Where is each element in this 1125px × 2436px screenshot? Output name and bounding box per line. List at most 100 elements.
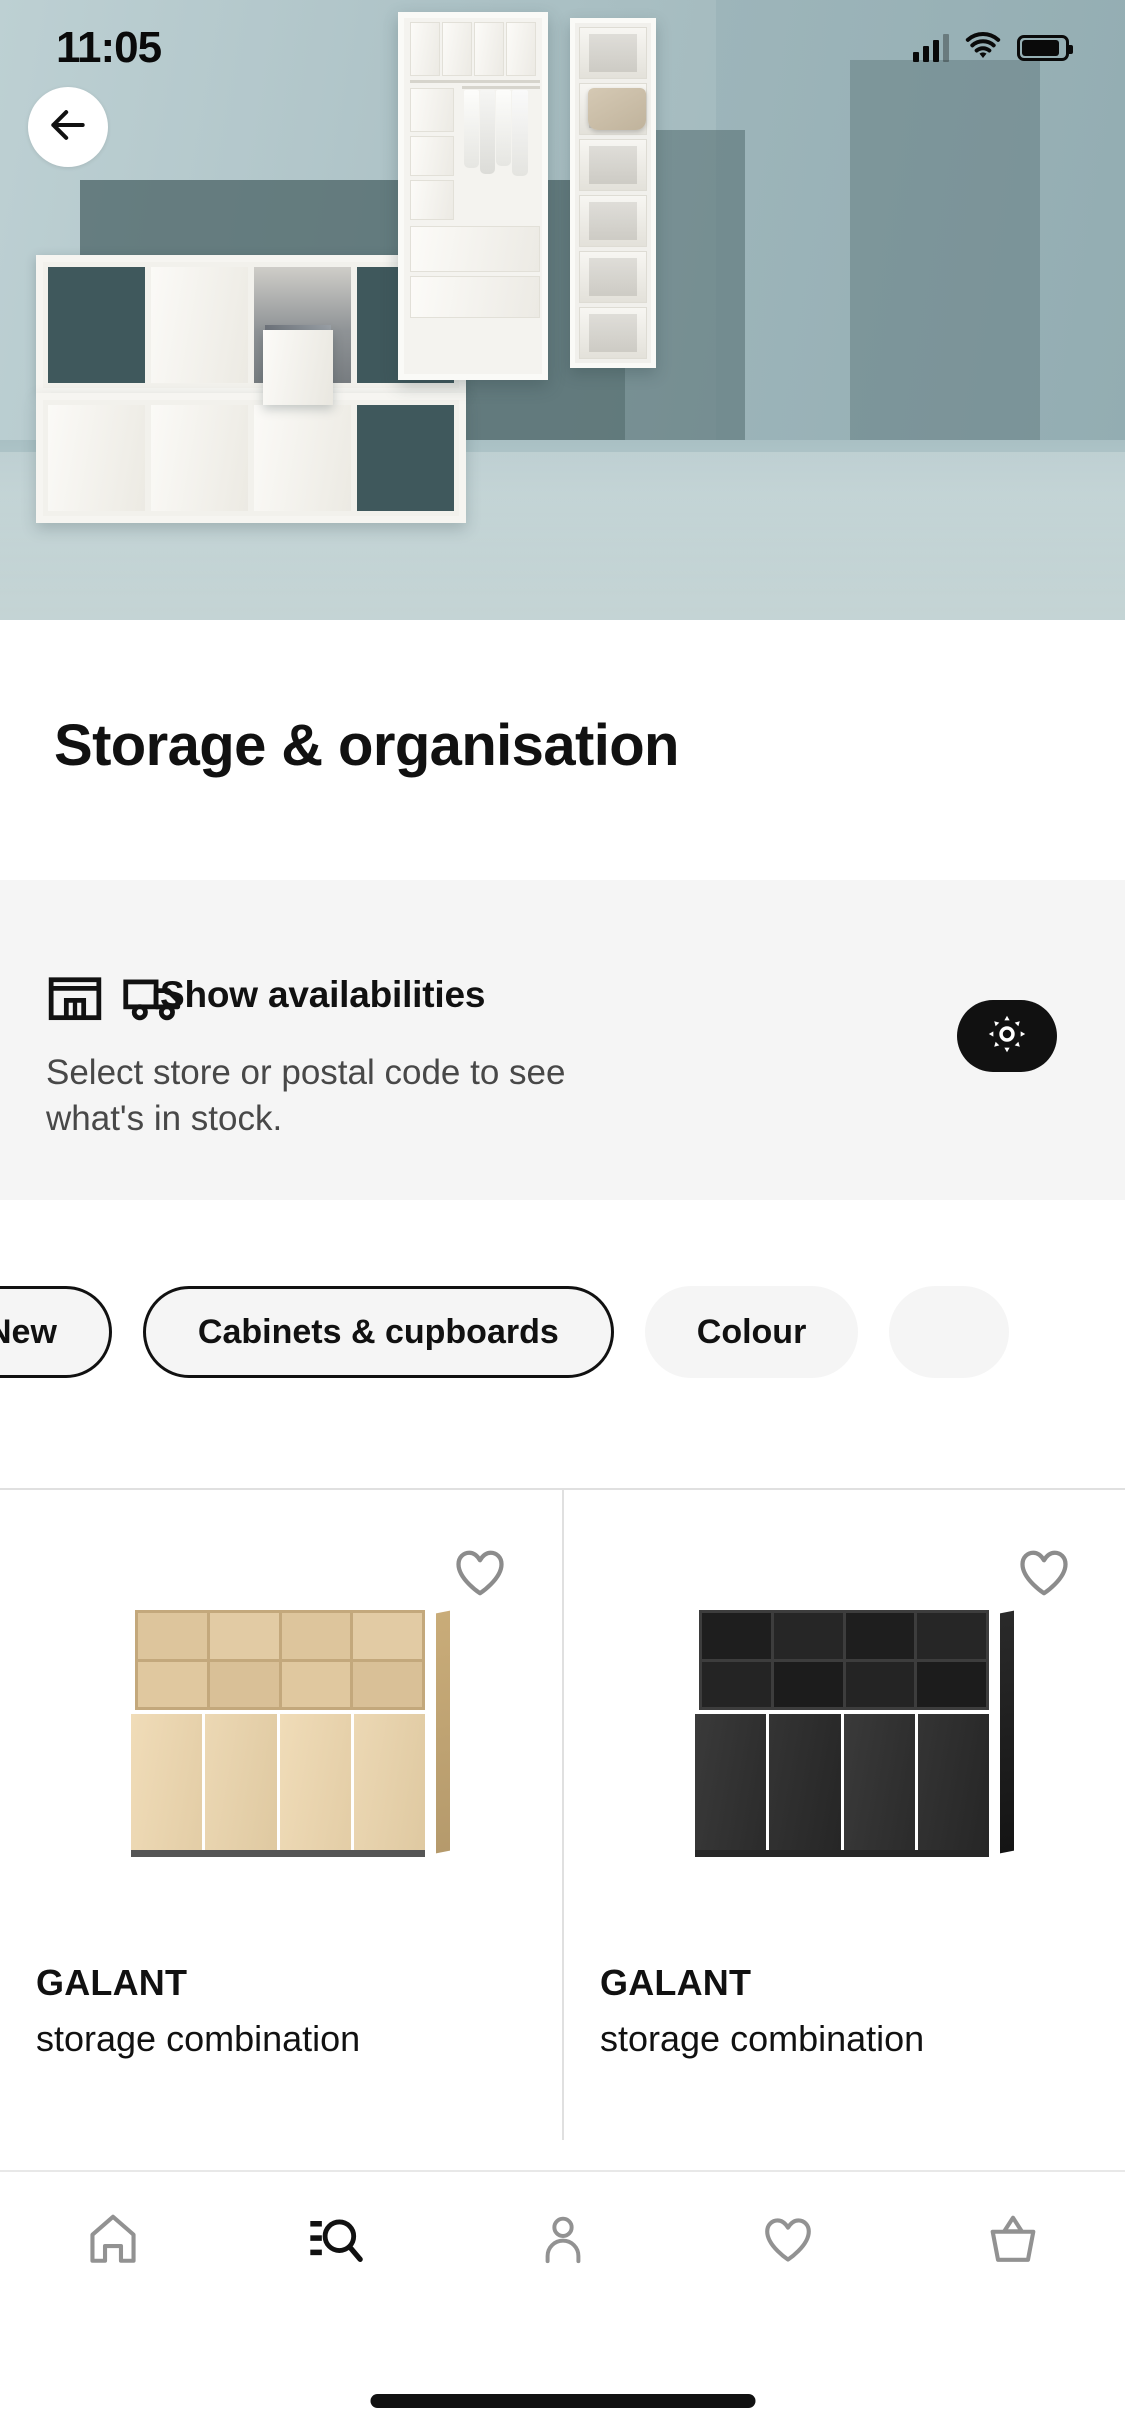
favourite-button[interactable]: [450, 1542, 510, 1602]
galant-black-illustration: [685, 1610, 1014, 1860]
cabinet-plinth: [131, 1850, 425, 1857]
product-name: GALANT: [36, 1962, 188, 2003]
wardrobe-shirt: [512, 90, 528, 176]
wardrobe-shirt: [464, 90, 479, 168]
availability-heading: Show availabilities: [160, 974, 486, 1015]
nav-item-cart[interactable]: [900, 2186, 1125, 2296]
open-shelf-section: [699, 1610, 989, 1710]
availability-settings-button[interactable]: [957, 1000, 1057, 1072]
cabinet-plinth: [695, 1850, 989, 1857]
sliding-door: [843, 1714, 915, 1850]
shelf-cube-box: [151, 405, 248, 511]
shelf-cell: [702, 1613, 771, 1659]
wardrobe-drawer: [410, 226, 540, 272]
sliding-door-section: [695, 1714, 989, 1850]
hero-shelf-lower: [36, 393, 466, 523]
gear-icon: [986, 1013, 1028, 1060]
product-image: [564, 1610, 1125, 1900]
status-icons: [913, 31, 1073, 66]
browse-search-icon: [308, 2210, 368, 2273]
open-shelf-section: [135, 1610, 425, 1710]
status-time: 11:05: [56, 23, 162, 72]
hero-image: 11:05: [0, 0, 1125, 620]
availability-subtitle: Select store or postal code to see what'…: [46, 1053, 566, 1139]
shelf-cell: [209, 1661, 279, 1707]
wifi-icon: [963, 31, 1003, 66]
wardrobe-drawer: [410, 276, 540, 318]
wardrobe-bin: [410, 136, 454, 176]
filter-chip-label: Colour: [696, 1312, 807, 1351]
sliding-door-section: [131, 1714, 425, 1850]
home-indicator-bar: [370, 2394, 755, 2408]
status-bar: 11:05: [0, 0, 1125, 96]
sliding-door: [279, 1714, 351, 1850]
sliding-door: [769, 1714, 841, 1850]
shelf-cube-box: [254, 405, 351, 511]
shelf-cube: [357, 405, 454, 511]
shelf-cell: [773, 1613, 843, 1659]
arrow-left-icon: [46, 103, 90, 152]
sliding-door: [353, 1714, 425, 1850]
shelf-cube: [48, 267, 145, 383]
bottom-navigation-bar: [0, 2170, 1125, 2436]
product-description: storage combination: [36, 2018, 361, 2059]
favourite-button[interactable]: [1014, 1542, 1074, 1602]
product-name: GALANT: [600, 1962, 752, 2003]
shelf-cell: [917, 1613, 986, 1659]
filter-chip-label: New: [0, 1312, 57, 1351]
product-card[interactable]: GALANT storage combination: [0, 1490, 562, 2140]
wardrobe-shirt: [480, 90, 495, 174]
nav-item-browse[interactable]: [225, 2186, 450, 2296]
availability-banner[interactable]: Show availabilities Select store or post…: [0, 880, 1125, 1200]
product-description: storage combination: [600, 2018, 925, 2059]
home-icon: [84, 2210, 142, 2273]
filter-chip-colour[interactable]: Colour: [644, 1286, 859, 1378]
nav-item-home[interactable]: [0, 2186, 225, 2296]
nav-item-favourites[interactable]: [675, 2186, 900, 2296]
filter-chip-new[interactable]: New: [0, 1286, 112, 1378]
cabinet-side-panel: [436, 1610, 450, 1854]
person-icon: [535, 2210, 591, 2273]
shelf-cell: [353, 1613, 422, 1659]
sliding-door: [205, 1714, 277, 1850]
back-button[interactable]: [28, 87, 108, 167]
shelf-cell: [845, 1661, 915, 1707]
shelf-cell: [917, 1661, 986, 1707]
shelf-cell: [209, 1613, 279, 1659]
filter-chip-row[interactable]: New Cabinets & cupboards Colour: [0, 1200, 1125, 1490]
product-card[interactable]: GALANT storage combination: [564, 1490, 1125, 2140]
filter-chip-next[interactable]: [889, 1286, 1010, 1378]
wardrobe-shirt: [496, 90, 511, 166]
shelf-cell: [281, 1661, 351, 1707]
cabinet-compartment: [579, 139, 647, 191]
galant-oak-illustration: [121, 1610, 450, 1860]
page-header: Storage & organisation: [0, 620, 1125, 880]
cabinet-compartment: [579, 307, 647, 359]
sliding-door: [131, 1714, 203, 1850]
cabinet-side-panel: [1000, 1610, 1014, 1854]
shelf-cube-box: [48, 405, 145, 511]
shelf-cell: [702, 1661, 771, 1707]
product-grid: GALANT storage combination GALANT storag…: [0, 1490, 1125, 2170]
filter-chip-cabinets-cupboards[interactable]: Cabinets & cupboards: [142, 1286, 614, 1378]
app-screen: 11:05 Storage & organisation Show availa…: [0, 0, 1125, 2436]
filter-chip-rail: New Cabinets & cupboards Colour: [0, 1286, 1010, 1378]
cabinet-compartment: [579, 195, 647, 247]
cellular-signal-icon: [913, 34, 949, 62]
shopping-basket-icon: [984, 2210, 1042, 2273]
battery-icon: [1017, 35, 1073, 61]
wardrobe-bin: [410, 180, 454, 220]
nav-item-profile[interactable]: [450, 2186, 675, 2296]
shelf-cell: [845, 1613, 915, 1659]
shelf-cube-box: [151, 267, 248, 383]
cabinet-compartment: [579, 251, 647, 303]
page-title: Storage & organisation: [54, 713, 679, 778]
shelf-cell: [138, 1661, 207, 1707]
shelf-cell: [138, 1613, 207, 1659]
bottom-nav-items: [0, 2186, 1125, 2296]
sliding-door: [917, 1714, 989, 1850]
shelf-cell: [353, 1661, 422, 1707]
heart-outline-icon: [759, 2210, 817, 2273]
product-image: [0, 1610, 562, 1900]
shelf-cell: [773, 1661, 843, 1707]
